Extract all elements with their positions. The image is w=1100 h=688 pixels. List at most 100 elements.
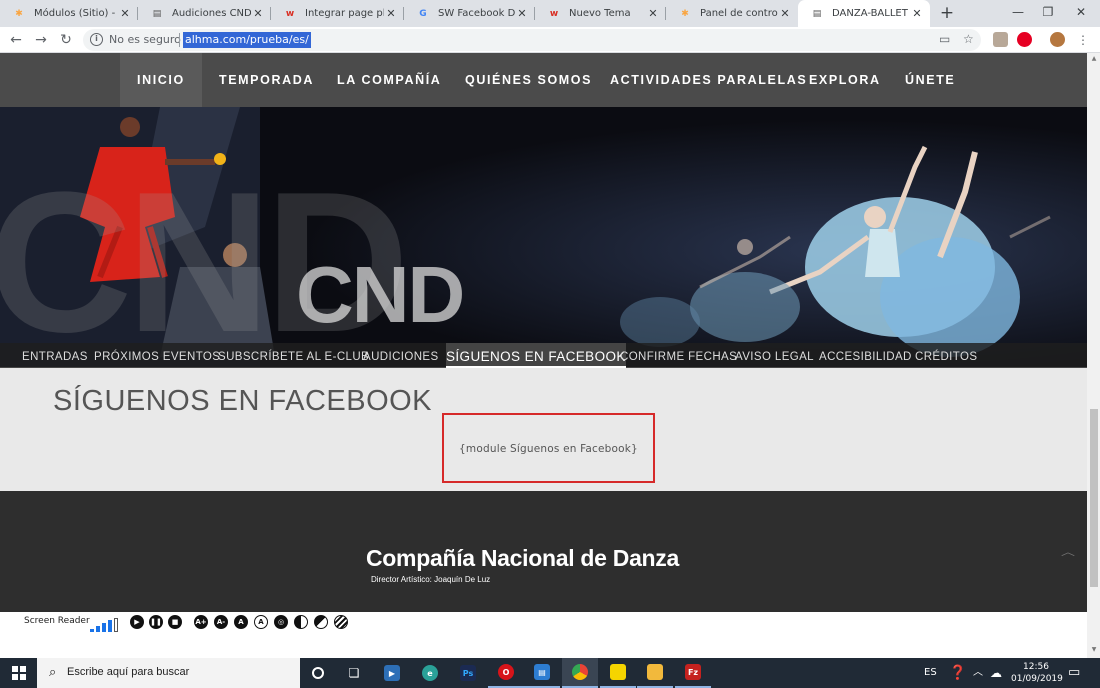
subnav-item-proximos-eventos[interactable]: PRÓXIMOS EVENTOS [94, 343, 220, 368]
chrome-icon[interactable] [562, 658, 598, 688]
windows-taskbar: ⌕ Escribe aquí para buscar ❏ ▶ e Ps O ▤ … [0, 658, 1100, 688]
taskbar-search-placeholder: Escribe aquí para buscar [67, 666, 190, 678]
pinterest-icon[interactable] [1017, 32, 1032, 47]
avatar[interactable] [1050, 32, 1065, 47]
stop-icon[interactable]: ■ [168, 615, 182, 629]
subnav-item-confirme-fechas[interactable]: CONFIRME FECHAS [620, 343, 737, 368]
media-player-icon[interactable]: ▶ [374, 658, 410, 688]
file-explorer-icon[interactable] [637, 658, 673, 688]
subnav-item-siguenos-facebook[interactable]: SÍGUENOS EN FACEBOOK [446, 343, 626, 368]
subnav-item-audiciones[interactable]: AUDICIONES [363, 343, 439, 368]
extension-icon[interactable] [993, 32, 1008, 47]
close-tab-icon[interactable]: ✕ [646, 7, 660, 20]
subnav-item-creditos[interactable]: CRÉDITOS [915, 343, 977, 368]
invert-icon[interactable] [314, 615, 328, 629]
browser-tab[interactable]: G SW Facebook Displa ✕ [404, 0, 535, 27]
volume-level-icon[interactable] [90, 618, 124, 632]
font-increase-icon[interactable]: A+ [194, 615, 208, 629]
company-name: Compañía Nacional de Danza [366, 545, 679, 571]
taskbar-search-box[interactable]: ⌕ Escribe aquí para buscar [37, 658, 300, 688]
close-tab-icon[interactable]: ✕ [778, 7, 792, 20]
w-icon: w [549, 8, 559, 19]
close-window-button[interactable]: ✕ [1066, 0, 1096, 27]
opera-icon[interactable]: O [488, 658, 524, 688]
language-indicator[interactable]: ES [924, 658, 937, 688]
nav-item-temporada[interactable]: TEMPORADA [202, 53, 331, 107]
joomla-icon: ✱ [15, 8, 23, 19]
google-icon: G [419, 8, 427, 19]
clock-time: 12:56 [1023, 662, 1049, 672]
scrollbar-thumb[interactable] [1090, 409, 1098, 587]
browser-tab[interactable]: ✱ Módulos (Sitio) - CN ✕ [0, 0, 138, 27]
close-tab-icon[interactable]: ✕ [515, 7, 529, 20]
restore-button[interactable]: ❐ [1033, 0, 1063, 27]
close-tab-icon[interactable]: ✕ [118, 7, 132, 20]
chevron-up-icon[interactable]: ︿ [973, 658, 983, 688]
subnav-item-e-club[interactable]: SUBSCRÍBETE AL E-CLUB [218, 343, 369, 368]
close-tab-icon[interactable]: ✕ [910, 7, 924, 20]
play-icon[interactable]: ▶ [130, 615, 144, 629]
bookmark-star-icon[interactable]: ☆ [963, 32, 974, 46]
address-bar[interactable]: i No es seguro alhma.com/prueba/es/ ▭ ☆ [83, 29, 981, 51]
font-bold-icon[interactable]: A [254, 615, 268, 629]
subnav-item-aviso-legal[interactable]: AVISO LEGAL [735, 343, 814, 368]
site-icon: ▤ [152, 8, 162, 19]
info-icon[interactable]: i [90, 33, 103, 46]
nav-item-inicio[interactable]: INICIO [120, 53, 202, 107]
subnav-item-accesibilidad[interactable]: ACCESIBILIDAD [819, 343, 912, 368]
back-icon[interactable]: ← [6, 30, 26, 50]
reload-icon[interactable]: ↻ [56, 30, 76, 50]
zoom-icon[interactable]: ◎ [274, 615, 288, 629]
nav-item-quienes-somos[interactable]: QUIÉNES SOMOS [448, 53, 609, 107]
browser-tab[interactable]: w Nuevo Tema ✕ [535, 0, 666, 27]
new-tab-button[interactable]: + [937, 3, 957, 23]
cortana-icon[interactable] [300, 658, 336, 688]
secondary-navigation: ENTRADAS PRÓXIMOS EVENTOS SUBSCRÍBETE AL… [0, 343, 1087, 368]
font-decrease-icon[interactable]: A- [214, 615, 228, 629]
main-content: SÍGUENOS EN FACEBOOK {module Síguenos en… [0, 368, 1087, 491]
close-tab-icon[interactable]: ✕ [251, 7, 265, 20]
photoshop-icon[interactable]: Ps [450, 658, 486, 688]
cast-icon[interactable]: ▭ [939, 32, 950, 46]
edge-icon[interactable]: ▤ [524, 658, 560, 688]
browser-tab[interactable]: w Integrar page plugin ✕ [271, 0, 404, 27]
hero-banner: CND CND [0, 107, 1087, 367]
menu-icon[interactable]: ⋮ [1073, 30, 1093, 50]
taskbar-clock[interactable]: 12:56 01/09/2019 [1011, 661, 1063, 685]
task-view-icon[interactable]: ❏ [336, 658, 372, 688]
nav-item-la-compania[interactable]: LA COMPAÑÍA [320, 53, 458, 107]
cloud-icon[interactable]: ☁ [990, 658, 1002, 688]
site-footer: Compañía Nacional de Danza Director Artí… [0, 491, 1087, 612]
subnav-item-entradas[interactable]: ENTRADAS [22, 343, 88, 368]
nav-item-unete[interactable]: ÚNETE [888, 53, 972, 107]
font-reset-icon[interactable]: A [234, 615, 248, 629]
screen-reader-label: Screen Reader [24, 616, 90, 626]
notifications-icon[interactable]: ▭ [1068, 658, 1080, 688]
clock-date: 01/09/2019 [1011, 674, 1063, 684]
nav-item-explora[interactable]: EXPLORA [792, 53, 898, 107]
windows-start-icon[interactable] [0, 658, 37, 688]
url-text[interactable]: alhma.com/prueba/es/ [183, 32, 311, 48]
chevron-up-icon[interactable]: ︿ [1061, 545, 1075, 559]
browser-app-icon[interactable]: e [412, 658, 448, 688]
filezilla-icon[interactable]: Fz [675, 658, 711, 688]
minimize-button[interactable]: — [1003, 0, 1033, 27]
help-icon[interactable]: ❓ [949, 658, 966, 688]
grayscale-icon[interactable] [334, 615, 348, 629]
browser-tab[interactable]: ▤ Audiciones CND - C ✕ [138, 0, 271, 27]
page-title: SÍGUENOS EN FACEBOOK [53, 385, 433, 417]
close-tab-icon[interactable]: ✕ [384, 7, 398, 20]
sticky-notes-icon[interactable] [600, 658, 636, 688]
nav-item-actividades-paralelas[interactable]: ACTIVIDADES PARALELAS [593, 53, 824, 107]
browser-tab[interactable]: ✱ Panel de control - C ✕ [666, 0, 798, 27]
page-scrollbar[interactable]: ▲ ▼ [1087, 53, 1100, 658]
scroll-up-icon[interactable]: ▲ [1090, 55, 1098, 62]
facebook-module-placeholder: {module Síguenos en Facebook} [442, 413, 655, 483]
forward-icon[interactable]: → [31, 30, 51, 50]
contrast-icon[interactable] [294, 615, 308, 629]
browser-tab-active[interactable]: ▤ DANZA-BALLET - CN ✕ [798, 0, 930, 27]
pause-icon[interactable]: ❚❚ [149, 615, 163, 629]
screen-reader-bar: Screen Reader ▶ ❚❚ ■ A+ A- A A ◎ [0, 612, 1087, 658]
security-status[interactable]: No es seguro [109, 33, 181, 46]
scroll-down-icon[interactable]: ▼ [1090, 646, 1098, 653]
